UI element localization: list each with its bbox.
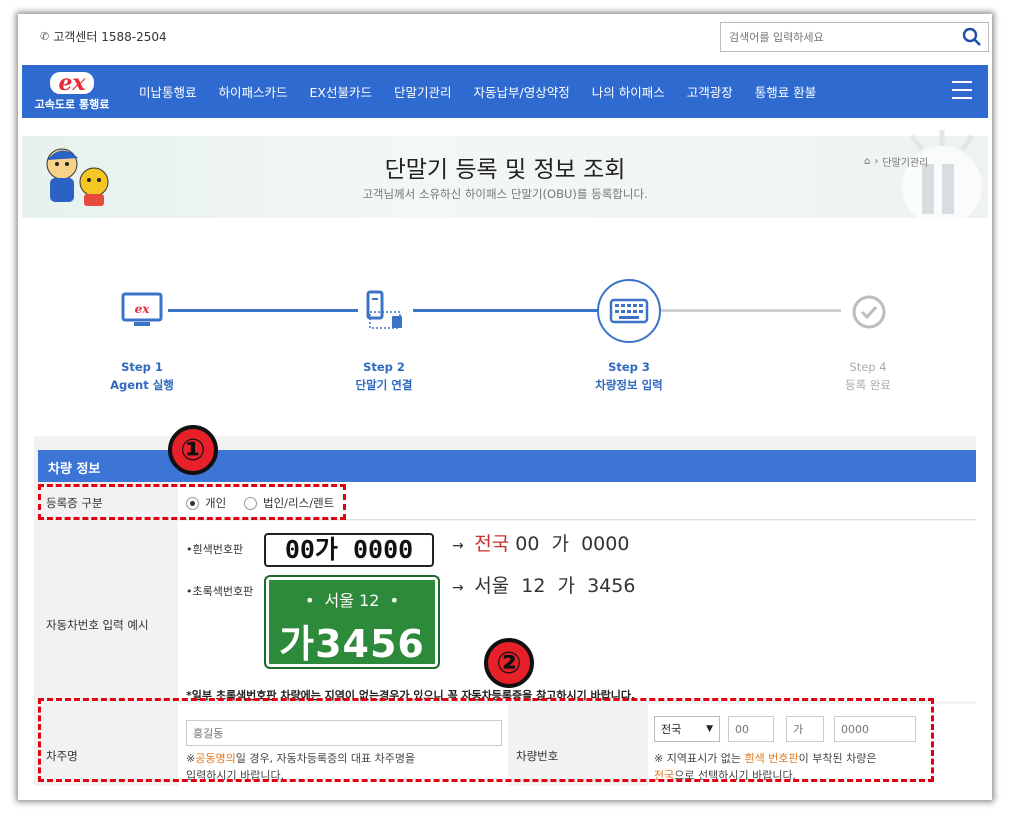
step-1-name: Agent 실행 xyxy=(110,378,174,392)
white-example-rest: 00 가 0000 xyxy=(515,533,630,555)
nav-item-my-hipass[interactable]: 나의 하이패스 xyxy=(581,82,676,101)
search-box[interactable] xyxy=(720,22,989,52)
home-icon[interactable]: ⌂ xyxy=(864,156,870,167)
page-title: 단말기 등록 및 정보 조회 xyxy=(384,157,626,183)
monitor-ex-icon: ex xyxy=(121,292,163,326)
annotation-box-1 xyxy=(38,484,346,520)
step-4-label: Step 4 등록 완료 xyxy=(808,358,928,394)
nav-item-ex-prepaid-card[interactable]: EX선불카드 xyxy=(299,82,383,101)
white-plate-image: 00가 0000 xyxy=(264,533,434,567)
step-2-label: Step 2 단말기 연결 xyxy=(324,358,444,394)
step-4-name: 등록 완료 xyxy=(845,378,891,392)
check-circle-icon xyxy=(852,295,886,329)
phone-icon: ✆ xyxy=(40,30,50,43)
annotation-badge-1: ① xyxy=(168,425,218,475)
step-1-number: Step 1 xyxy=(121,360,163,374)
device-connect-icon xyxy=(366,290,402,329)
nav-menu: 미납통행료 하이패스카드 EX선불카드 단말기관리 자동납부/영상약정 나의 하… xyxy=(128,82,827,101)
page-banner: 단말기 등록 및 정보 조회 고객님께서 소유하신 하이패스 단말기(OBU)를… xyxy=(22,130,988,226)
annotation-badge-2: ② xyxy=(484,638,534,688)
search-icon[interactable] xyxy=(962,27,982,47)
logo-mark: ex xyxy=(50,71,94,94)
step-1-label: Step 1 Agent 실행 xyxy=(82,358,202,394)
white-example-region: 전국 xyxy=(474,533,510,555)
logo-text: 고속도로 통행료 xyxy=(34,97,110,111)
step-4-number: Step 4 xyxy=(849,360,887,374)
white-plate-example: → 전국 00 가 0000 xyxy=(452,529,629,556)
step-2-name: 단말기 연결 xyxy=(355,378,413,392)
nav-item-hipass-card[interactable]: 하이패스카드 xyxy=(208,82,299,101)
green-example-text: 서울 12 가 3456 xyxy=(474,575,636,597)
step-3-name: 차량정보 입력 xyxy=(595,378,663,392)
customer-center: ✆ 고객센터 1588-2504 xyxy=(40,28,167,45)
nav-item-toll-refund[interactable]: 통행료 환불 xyxy=(744,82,827,101)
step-connector-1 xyxy=(168,309,358,312)
green-plate-bottom: 가3456 xyxy=(279,622,425,666)
step-connector-2 xyxy=(413,309,597,312)
search-input[interactable] xyxy=(721,30,951,44)
breadcrumb-current: 단말기관리 xyxy=(882,158,929,169)
annotation-box-2 xyxy=(38,698,934,782)
site-logo[interactable]: ex 고속도로 통행료 xyxy=(22,65,122,118)
browser-frame: ✆ 고객센터 1588-2504 ex 고속도로 통행료 미납통행료 하이패스카… xyxy=(18,14,992,800)
nav-item-device-management[interactable]: 단말기관리 xyxy=(383,82,463,101)
chevron-right-icon: › xyxy=(874,156,879,167)
svg-text:ex: ex xyxy=(135,302,151,316)
hamburger-menu-icon[interactable] xyxy=(952,81,972,99)
arrow-right-icon: → xyxy=(452,538,469,554)
arrow-right-icon: → xyxy=(452,580,469,596)
nav-item-auto-payment[interactable]: 자동납부/영상약정 xyxy=(463,82,581,101)
step-3-label: Step 3 차량정보 입력 xyxy=(569,358,689,394)
green-plate-example: → 서울 12 가 3456 xyxy=(452,571,635,598)
top-bar: ✆ 고객센터 1588-2504 xyxy=(18,14,992,64)
green-plate-label: •초록색번호판 xyxy=(186,585,254,598)
hipass-watermark-icon xyxy=(902,130,982,226)
page-subtitle: 고객님께서 소유하신 하이패스 단말기(OBU)를 등록합니다. xyxy=(362,187,648,201)
green-plate-top: • 서울 12 • xyxy=(304,591,400,610)
step-2-number: Step 2 xyxy=(363,360,405,374)
step-connector-3 xyxy=(661,309,841,312)
green-plate-image: • 서울 12 • 가3456 xyxy=(264,575,440,669)
step-3-number: Step 3 xyxy=(608,360,650,374)
step-progress: ex Step 1 Agent 실행 Step 2 단말기 연결 Step 3 xyxy=(18,274,992,404)
breadcrumb: ⌂ › 단말기관리 xyxy=(864,154,928,169)
plate-example-label-cell xyxy=(38,521,178,701)
customer-center-text: 고객센터 1588-2504 xyxy=(53,30,167,44)
nav-item-unpaid-toll[interactable]: 미납통행료 xyxy=(128,82,208,101)
main-nav: ex 고속도로 통행료 미납통행료 하이패스카드 EX선불카드 단말기관리 자동… xyxy=(22,65,988,118)
keyboard-icon xyxy=(609,298,649,324)
white-plate-label: •흰색번호판 xyxy=(186,543,244,556)
nav-item-customer-plaza[interactable]: 고객광장 xyxy=(676,82,744,101)
plate-example-label: 자동차번호 입력 예시 xyxy=(46,618,149,632)
